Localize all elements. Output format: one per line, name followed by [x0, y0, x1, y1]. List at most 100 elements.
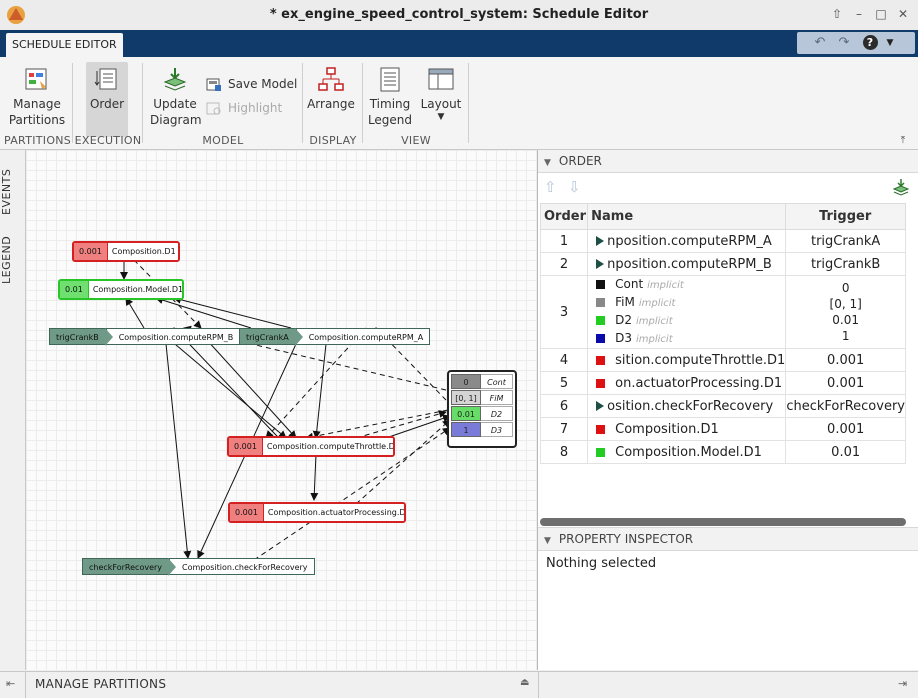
move-down-icon[interactable]: ⇩ [568, 178, 581, 196]
timing-legend-label-2: Legend [367, 113, 413, 127]
graph-event-node-computeRPM-B[interactable]: trigCrankB Composition.computeRPM_B [49, 328, 241, 346]
legend-value: [0, 1] [451, 390, 481, 405]
minimize-icon[interactable]: – [850, 6, 868, 22]
row-name: on.actuatorProcessing.D1 [615, 375, 783, 391]
implicit-label: implicit [638, 298, 676, 309]
highlight-button[interactable]: Highlight [206, 99, 282, 117]
order-cell: 1 [539, 229, 589, 253]
column-header-order[interactable]: Order [539, 203, 589, 230]
tab-legend[interactable]: LEGEND [0, 230, 25, 290]
toolstrip-tab-row: SCHEDULE EDITOR ↶ ↷ ? ▼ [0, 30, 918, 57]
schedule-diagram-canvas[interactable]: 0.001 Composition.D1 0.01 Composition.Mo… [26, 150, 538, 670]
panel-collapse-icon[interactable]: ⏏ [520, 677, 529, 688]
manage-partitions-panel-tab[interactable]: MANAGE PARTITIONS [35, 677, 166, 691]
arrange-button[interactable]: Arrange [306, 67, 356, 112]
graph-node-composition-d1[interactable]: 0.001 Composition.D1 [72, 241, 180, 262]
row-name: sition.computeThrottle.D1 [615, 352, 786, 368]
table-row-implicit-group[interactable]: 3 Cont implicit FiM implicit D2 implicit D3… [539, 275, 906, 349]
legend-value: 0.01 [451, 406, 481, 421]
maximize-icon[interactable]: □ [872, 6, 890, 22]
right-pane: ▼ ORDER ⇧ ⇩ Order Name Trigger 1 npositio… [538, 150, 918, 670]
ribbon: Manage Partitions Order Update Diagram S… [0, 57, 918, 150]
collapse-ribbon-icon[interactable]: ⤒ [896, 135, 910, 147]
update-diagram-button[interactable]: Update Diagram [150, 67, 202, 128]
move-up-icon[interactable]: ⇧ [544, 178, 557, 196]
property-inspector-header[interactable]: ▼ PROPERTY INSPECTOR [538, 527, 918, 551]
bottom-divider [538, 672, 539, 698]
legend-name: Cont [481, 374, 513, 389]
legend-row-d3: 1 D3 [451, 422, 513, 437]
order-section-header[interactable]: ▼ ORDER [538, 150, 918, 173]
node-trigger: trigCrankB [49, 328, 113, 346]
graph-legend-box[interactable]: 0 Cont [0, 1] FiM 0.01 D2 1 D3 [447, 370, 517, 448]
timing-legend-button[interactable]: Timing Legend [366, 67, 414, 128]
item-trigger: 0 [841, 281, 850, 295]
column-header-trigger[interactable]: Trigger [785, 203, 906, 230]
help-dropdown-icon[interactable]: ▼ [881, 34, 899, 52]
order-button[interactable]: Order [86, 62, 128, 137]
trigger-cell: trigCrankA [785, 229, 906, 253]
layout-icon [428, 67, 454, 93]
name-cell: nposition.computeRPM_A [587, 229, 787, 253]
legend-value: 1 [451, 422, 481, 437]
side-tab-rail: EVENTS LEGEND [0, 150, 26, 670]
order-horizontal-scrollbar[interactable] [540, 518, 906, 526]
update-diagram-label-1: Update [153, 97, 197, 111]
node-name: Composition.checkForRecovery [169, 558, 315, 575]
table-row[interactable]: 6 osition.checkForRecovery checkForRecov… [539, 394, 906, 418]
save-model-icon [206, 78, 222, 92]
item-name: Cont [615, 277, 644, 291]
save-model-button[interactable]: Save Model [206, 75, 297, 93]
table-row[interactable]: 1 nposition.computeRPM_A trigCrankA [539, 229, 906, 253]
redo-icon[interactable]: ↷ [835, 34, 853, 52]
legend-name: FiM [481, 390, 513, 405]
close-icon[interactable]: ✕ [894, 6, 912, 22]
node-name: Composition.D1 [107, 243, 178, 260]
legend-name: D2 [481, 406, 513, 421]
expand-left-icon[interactable]: ⇤ [6, 677, 15, 690]
event-trigger-icon [596, 259, 605, 269]
legend-row-fim: [0, 1] FiM [451, 390, 513, 405]
row-name: nposition.computeRPM_B [607, 256, 772, 272]
arrange-icon [318, 67, 344, 93]
table-row[interactable]: 2 nposition.computeRPM_B trigCrankB [539, 252, 906, 276]
column-header-name[interactable]: Name [587, 203, 787, 230]
name-cell: Cont implicit FiM implicit D2 implicit D3 im… [587, 275, 787, 349]
graph-node-computeThrottle[interactable]: 0.001 Composition.computeThrottle.D1 [227, 436, 395, 457]
name-cell: osition.checkForRecovery [587, 394, 787, 418]
expand-right-icon[interactable]: ⇥ [898, 677, 907, 690]
event-trigger-icon [596, 236, 605, 246]
update-order-icon[interactable] [892, 178, 910, 196]
pin-icon[interactable]: ⇧ [828, 6, 846, 22]
undo-icon[interactable]: ↶ [811, 34, 829, 52]
manage-partitions-button[interactable]: Manage Partitions [8, 67, 66, 128]
table-row[interactable]: 5 on.actuatorProcessing.D1 0.001 [539, 371, 906, 395]
layout-label: Layout [420, 97, 462, 111]
help-icon[interactable]: ? [861, 34, 879, 52]
implicit-label: implicit [636, 334, 673, 345]
graph-event-node-computeRPM-A[interactable]: trigCrankA Composition.computeRPM_A [239, 328, 431, 346]
layout-button[interactable]: Layout ▼ [418, 67, 464, 122]
collapse-chevron-icon: ▼ [544, 158, 551, 168]
order-table-header: Order Name Trigger [539, 203, 906, 230]
tab-schedule-editor[interactable]: SCHEDULE EDITOR [6, 33, 123, 57]
row-name: osition.checkForRecovery [607, 398, 774, 414]
table-row[interactable]: 8 Composition.Model.D1 0.01 [539, 440, 906, 464]
group-label-partitions: PARTITIONS [4, 134, 72, 147]
node-rate: 0.001 [230, 504, 264, 521]
graph-node-composition-model-d1[interactable]: 0.01 Composition.Model.D1 [58, 279, 184, 300]
order-label: Order [89, 97, 125, 111]
node-trigger: checkForRecovery [82, 558, 177, 576]
legend-row-d2: 0.01 D2 [451, 406, 513, 421]
graph-event-node-checkForRecovery[interactable]: checkForRecovery Composition.checkForRec… [82, 558, 315, 576]
graph-node-actuatorProcessing[interactable]: 0.001 Composition.actuatorProcessing.D1 [228, 502, 406, 523]
name-cell: on.actuatorProcessing.D1 [587, 371, 787, 395]
table-row[interactable]: 7 Composition.D1 0.001 [539, 417, 906, 441]
implicit-item-d3: D3 implicit [589, 330, 785, 348]
legend-value: 0 [451, 374, 481, 389]
item-name: FiM [615, 295, 635, 309]
tab-events[interactable]: EVENTS [0, 160, 25, 224]
table-row[interactable]: 4 sition.computeThrottle.D1 0.001 [539, 348, 906, 372]
timing-legend-icon [377, 67, 403, 93]
update-diagram-label-2: Diagram [150, 113, 202, 127]
